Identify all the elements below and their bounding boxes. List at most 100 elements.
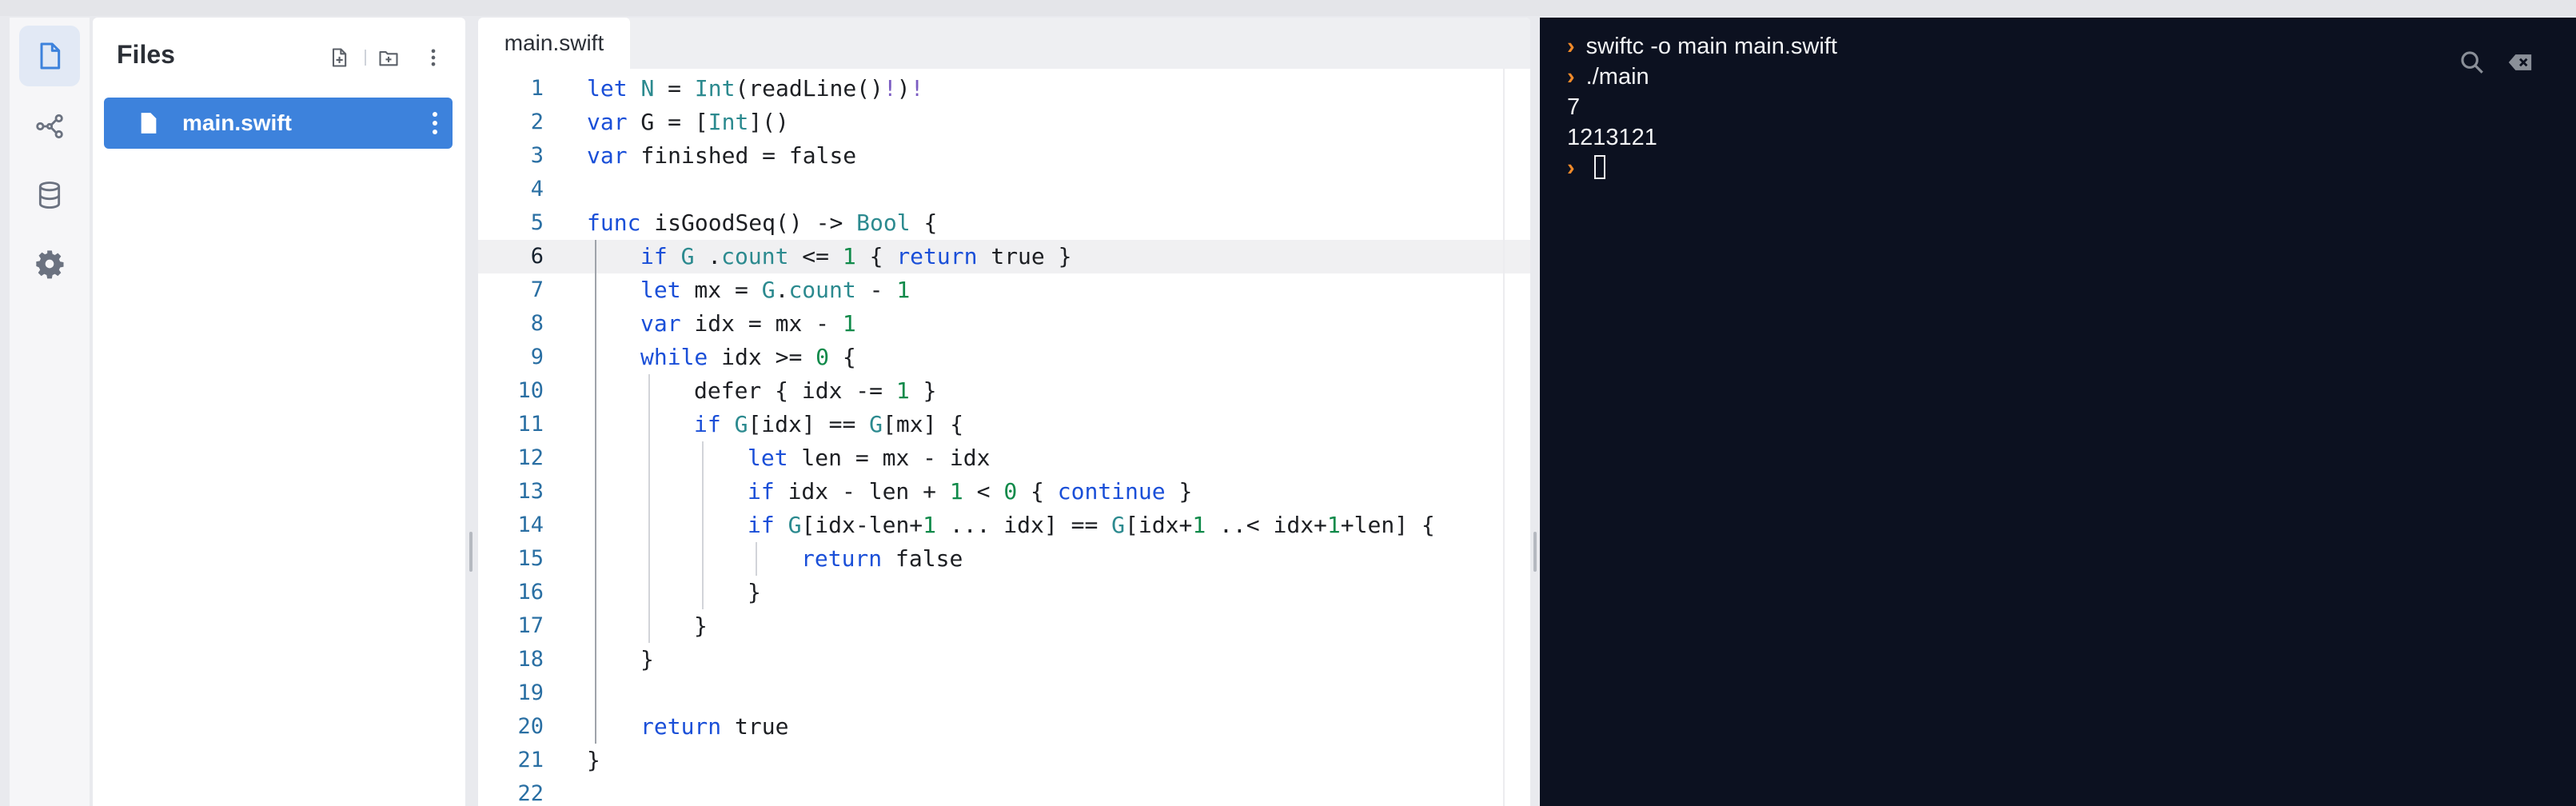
line-number: 6 <box>530 244 544 269</box>
file-item-main-swift[interactable]: main.swift <box>104 98 453 149</box>
terminal-command-line: › ./main <box>1567 64 1649 90</box>
code-line[interactable]: 20 return true <box>478 710 1530 744</box>
database-icon <box>38 182 61 209</box>
terminal-text: 1213121 <box>1567 125 1657 150</box>
line-number: 16 <box>517 580 544 604</box>
code-line[interactable]: 9 while idx >= 0 { <box>478 341 1530 374</box>
code-text: if G[idx] == G[mx] { <box>694 411 964 437</box>
line-number: 2 <box>530 110 544 134</box>
line-number: 4 <box>530 177 544 202</box>
line-number: 22 <box>517 781 544 806</box>
line-number: 8 <box>530 311 544 336</box>
terminal-clear-button[interactable] <box>2504 46 2536 78</box>
terminal-text: swiftc -o main main.swift <box>1585 34 1837 59</box>
line-number: 12 <box>517 445 544 470</box>
code-text: } <box>640 646 654 672</box>
code-text: var G = [Int]() <box>587 109 789 135</box>
line-number: 19 <box>517 680 544 705</box>
code-text: return false <box>801 545 963 572</box>
code-line[interactable]: 6 if G .count <= 1 { return true } <box>478 240 1530 273</box>
code-line[interactable]: 11 if G[idx] == G[mx] { <box>478 408 1530 441</box>
terminal-output-line: 7 <box>1567 94 1580 121</box>
file-item-more-button[interactable] <box>425 109 445 138</box>
code-line[interactable]: 8 var idx = mx - 1 <box>478 307 1530 341</box>
code-line[interactable]: 21} <box>478 744 1530 777</box>
code-text: var finished = false <box>587 142 857 169</box>
tab-main-swift[interactable]: main.swift <box>478 18 630 69</box>
code-area[interactable]: 1 let N = Int(readLine()!)! 2 var G = [Int]… <box>478 69 1530 806</box>
editor-tab-bar: main.swift <box>478 18 1530 69</box>
files-panel-title: Files <box>117 40 175 69</box>
file-icon <box>141 113 157 134</box>
version-control-button[interactable] <box>19 96 80 157</box>
code-line[interactable]: 12 let len = mx - idx <box>478 441 1530 475</box>
database-button[interactable] <box>19 165 80 225</box>
indent-guide <box>648 374 650 643</box>
toolbar-divider <box>365 50 366 66</box>
settings-button[interactable] <box>19 233 80 294</box>
panel-resize-handle[interactable] <box>1533 532 1537 572</box>
more-icon <box>433 112 437 134</box>
new-file-icon <box>332 48 347 67</box>
code-line[interactable]: 18} <box>478 643 1530 676</box>
clear-icon <box>2508 54 2532 70</box>
new-folder-icon <box>379 50 398 66</box>
terminal-text: 7 <box>1567 94 1581 120</box>
code-line[interactable]: 7 let mx = G.count - 1 <box>478 273 1530 307</box>
code-text: defer { idx -= 1 } <box>694 377 937 404</box>
files-more-button[interactable] <box>421 45 446 70</box>
code-line[interactable]: 2 var G = [Int]() <box>478 106 1530 139</box>
prompt-chevron-icon: › <box>1567 34 1575 59</box>
terminal-output-line: 1213121 <box>1567 125 1657 151</box>
code-line[interactable]: 19 <box>478 676 1530 710</box>
code-text: if G[idx-len+1 ... idx] == G[idx+1 ..< i… <box>748 512 1435 538</box>
code-text: let len = mx - idx <box>748 445 991 471</box>
indent-guide <box>595 240 596 744</box>
indent-guide <box>756 542 757 576</box>
code-line[interactable]: 17} <box>478 609 1530 643</box>
code-text: func isGoodSeq() -> Bool { <box>587 209 938 236</box>
code-text: while idx >= 0 { <box>640 344 856 370</box>
code-line[interactable]: 5 func isGoodSeq() -> Bool { <box>478 206 1530 240</box>
terminal-search-button[interactable] <box>2456 46 2488 78</box>
file-icon <box>40 42 61 70</box>
indent-guide <box>702 441 704 609</box>
code-line[interactable]: 14 if G[idx-len+1 ... idx] == G[idx+1 ..<… <box>478 509 1530 542</box>
code-line[interactable]: 10 defer { idx -= 1 } <box>478 374 1530 408</box>
code-text: if idx - len + 1 < 0 { continue } <box>748 478 1193 505</box>
code-line[interactable]: 4 <box>478 173 1530 206</box>
code-line[interactable]: 15 return false <box>478 542 1530 576</box>
editor-scrollbar-track[interactable] <box>1503 69 1505 806</box>
line-number: 20 <box>517 714 544 739</box>
prompt-chevron-icon: › <box>1567 155 1575 181</box>
code-text: } <box>587 747 600 773</box>
terminal-command-line: › <box>1567 155 1586 182</box>
line-number: 11 <box>517 412 544 437</box>
code-text: let mx = G.count - 1 <box>640 277 911 303</box>
terminal-cursor <box>1594 155 1605 179</box>
line-number: 9 <box>530 345 544 369</box>
code-line[interactable]: 1 let N = Int(readLine()!)! <box>478 72 1530 106</box>
panel-resize-handle[interactable] <box>469 532 473 572</box>
line-number: 7 <box>530 277 544 302</box>
activity-bar <box>10 18 90 806</box>
code-line[interactable]: 22 <box>478 777 1530 806</box>
code-text: let N = Int(readLine()!)! <box>587 75 924 102</box>
code-line[interactable]: 16} <box>478 576 1530 609</box>
graph-icon <box>36 114 63 139</box>
line-number: 13 <box>517 479 544 504</box>
new-file-button[interactable] <box>326 45 352 70</box>
line-number: 17 <box>517 613 544 638</box>
files-view-button[interactable] <box>19 26 80 86</box>
line-number: 10 <box>517 378 544 403</box>
new-folder-button[interactable] <box>376 45 401 70</box>
line-number: 1 <box>530 76 544 101</box>
prompt-chevron-icon: › <box>1567 64 1575 90</box>
gear-icon <box>36 250 64 279</box>
code-text: } <box>748 579 761 605</box>
code-line[interactable]: 3 var finished = false <box>478 139 1530 173</box>
terminal-panel[interactable]: › swiftc -o main main.swift › ./main 7 121312… <box>1540 18 2576 806</box>
tab-label: main.swift <box>504 30 604 55</box>
code-line[interactable]: 13 if idx - len + 1 < 0 { continue } <box>478 475 1530 509</box>
line-number: 14 <box>517 513 544 537</box>
